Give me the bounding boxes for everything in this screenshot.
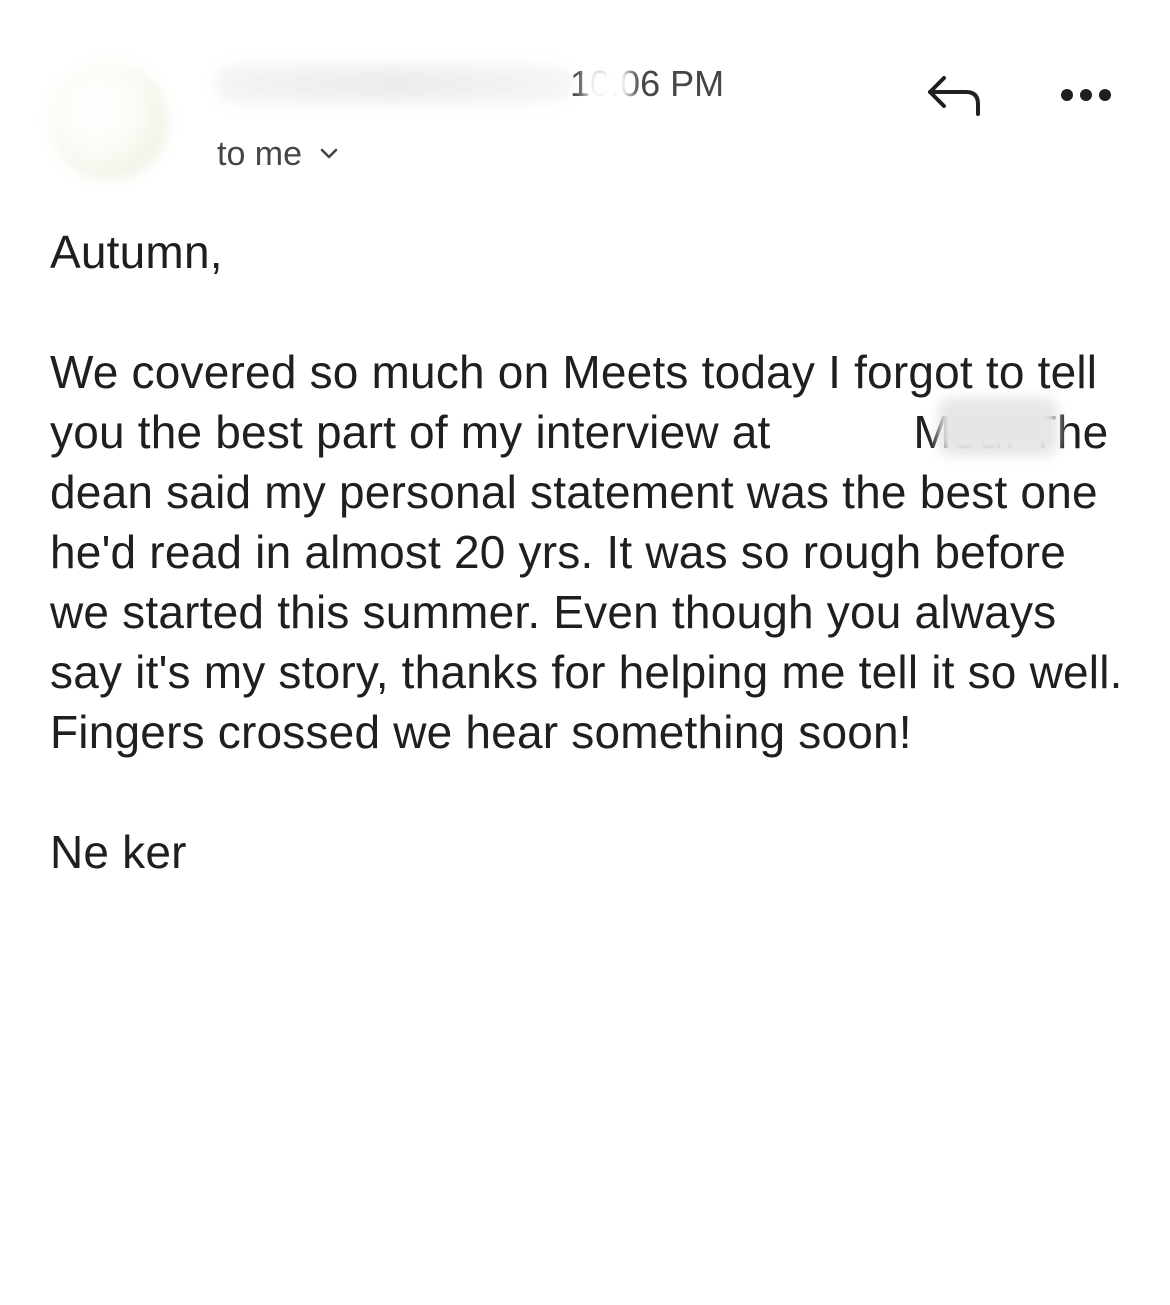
chevron-down-icon (320, 148, 338, 159)
signature-redaction (78, 885, 292, 937)
more-horizontal-icon (1061, 89, 1111, 101)
more-options-button[interactable] (1052, 76, 1120, 114)
message-header: 10:06 PM to me (0, 0, 1170, 200)
recipient-label: to me (217, 135, 303, 173)
recipient-toggle[interactable]: to me (217, 134, 340, 174)
message-signature: Ne ker (50, 826, 187, 878)
sender-name-redacted (215, 66, 575, 102)
message-body: Autumn, We covered so much on Meets toda… (50, 222, 1125, 882)
reply-icon (928, 76, 980, 116)
school-name-redaction (938, 398, 1058, 456)
message-greeting: Autumn, (50, 226, 223, 278)
time-redaction (585, 66, 631, 104)
reply-button[interactable] (918, 66, 990, 124)
avatar[interactable] (48, 60, 168, 180)
